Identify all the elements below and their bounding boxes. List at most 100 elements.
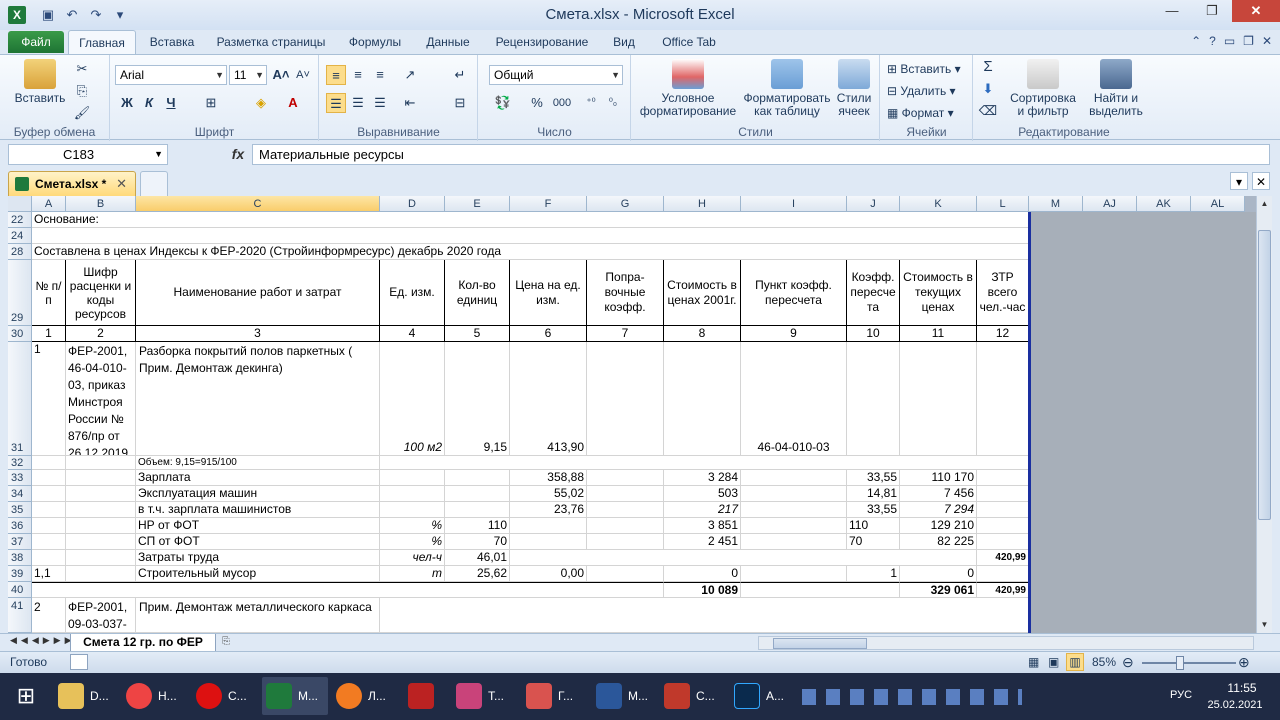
taskbar-app-t[interactable]: Т... — [452, 677, 518, 715]
cell-h34[interactable]: 503 — [664, 486, 741, 502]
cell-g36[interactable] — [587, 518, 664, 534]
cell-c34[interactable]: Эксплуатация машин — [136, 486, 380, 502]
percent-button[interactable]: % — [527, 93, 547, 113]
cell-i39[interactable] — [741, 566, 847, 582]
align-bottom-icon[interactable]: ≡ — [370, 65, 390, 85]
cell-styles-button[interactable]: Стили ячеек — [832, 59, 876, 118]
cell-i37[interactable] — [741, 534, 847, 550]
thousands-button[interactable]: 000 — [549, 93, 575, 113]
row-header[interactable]: 40 — [8, 582, 32, 598]
zoom-out-icon[interactable]: ⊖ — [1122, 654, 1134, 671]
col-header-j[interactable]: J — [847, 196, 900, 212]
zoom-in-icon[interactable]: ⊕ — [1238, 654, 1250, 671]
tray-icons[interactable] — [802, 689, 1022, 705]
cell-j39[interactable]: 1 — [847, 566, 900, 582]
row-header[interactable]: 29 — [8, 260, 32, 326]
row-41-rest[interactable] — [380, 598, 1029, 633]
underline-button[interactable]: Ч — [161, 93, 181, 113]
merge-cells-icon[interactable]: ⊟ — [450, 93, 470, 113]
scroll-down-icon[interactable]: ▼ — [1257, 617, 1272, 633]
borders-icon[interactable]: ⊞ — [201, 93, 221, 113]
cell-b32[interactable] — [66, 456, 136, 470]
cell-i36[interactable] — [741, 518, 847, 534]
clock-time[interactable]: 11:55 — [1220, 681, 1264, 695]
cell-i31[interactable]: 46-04-010-03 — [741, 342, 847, 456]
hdr-point[interactable]: Пункт коэфф. пересчета — [741, 260, 847, 326]
cell-b30[interactable]: 2 — [66, 326, 136, 342]
vertical-scroll-thumb[interactable] — [1258, 230, 1271, 520]
cell-j33[interactable]: 33,55 — [847, 470, 900, 486]
cell-d36[interactable]: % — [380, 518, 445, 534]
cell-j37[interactable]: 70 — [847, 534, 900, 550]
col-header-i[interactable]: I — [741, 196, 847, 212]
delete-cells-button[interactable]: ⊟ Удалить ▾ — [887, 81, 956, 101]
cell-f36[interactable] — [510, 518, 587, 534]
cell-f35[interactable]: 23,76 — [510, 502, 587, 518]
cell-a22[interactable]: Основание: — [32, 212, 1029, 228]
maximize-button[interactable]: ❐ — [1192, 0, 1232, 22]
doc-close-icon[interactable]: ✕ — [1262, 34, 1272, 48]
cell-e33[interactable] — [445, 470, 510, 486]
col-header-k[interactable]: K — [900, 196, 977, 212]
row-header[interactable]: 41 — [8, 598, 32, 633]
cell-l35[interactable] — [977, 502, 1029, 518]
align-left-icon[interactable]: ☰ — [326, 93, 346, 113]
cell-e39[interactable]: 25,62 — [445, 566, 510, 582]
cell-a37[interactable] — [32, 534, 66, 550]
cell-c31[interactable]: Разборка покрытий полов паркетных ( Прим… — [136, 342, 380, 456]
normal-view-icon[interactable]: ▦ — [1028, 655, 1039, 669]
format-cells-button[interactable]: ▦ Формат ▾ — [887, 103, 954, 123]
cell-c36[interactable]: НР от ФОТ — [136, 518, 380, 534]
format-as-table-button[interactable]: Форматировать как таблицу — [740, 59, 834, 118]
worksheet-grid[interactable]: A B C D E F G H I J K L M AJ AK AL 22 24… — [8, 196, 1256, 633]
cell-l36[interactable] — [977, 518, 1029, 534]
cell-e38[interactable]: 46,01 — [445, 550, 510, 566]
taskbar-chrome[interactable]: Н... — [122, 677, 188, 715]
row-header[interactable]: 36 — [8, 518, 32, 534]
zoom-slider-thumb[interactable] — [1176, 656, 1184, 670]
cell-b37[interactable] — [66, 534, 136, 550]
cell-h37[interactable]: 2 451 — [664, 534, 741, 550]
cell-e37[interactable]: 70 — [445, 534, 510, 550]
zoom-slider[interactable] — [1142, 662, 1236, 664]
cell-a35[interactable] — [32, 502, 66, 518]
zoom-level[interactable]: 85% — [1092, 655, 1116, 669]
row-header[interactable]: 30 — [8, 326, 32, 342]
ribbon-collapse-icon[interactable]: ⌃ — [1191, 34, 1201, 48]
col-header-ak[interactable]: AK — [1137, 196, 1191, 212]
hdr-unit[interactable]: Ед. изм. — [380, 260, 445, 326]
close-tab-icon[interactable]: ✕ — [116, 172, 127, 196]
cell-a31[interactable]: 1 — [32, 342, 66, 456]
taskbar-pdf[interactable]: С... — [660, 677, 726, 715]
tab-close-all-icon[interactable]: ✕ — [1252, 172, 1270, 190]
cell-a24[interactable] — [32, 228, 1029, 244]
taskbar-excel[interactable]: М... — [262, 677, 328, 715]
hdr-num[interactable]: № п/п — [32, 260, 66, 326]
cell-i30[interactable]: 9 — [741, 326, 847, 342]
cell-a36[interactable] — [32, 518, 66, 534]
wrap-text-icon[interactable]: ↵ — [450, 65, 470, 85]
cell-d39[interactable]: т — [380, 566, 445, 582]
cell-k34[interactable]: 7 456 — [900, 486, 977, 502]
cell-c39[interactable]: Строительный мусор — [136, 566, 380, 582]
font-color-icon[interactable]: A — [283, 93, 303, 113]
select-all-corner[interactable] — [8, 196, 32, 212]
col-header-f[interactable]: F — [510, 196, 587, 212]
cell-g34[interactable] — [587, 486, 664, 502]
col-header-a[interactable]: A — [32, 196, 66, 212]
sort-filter-button[interactable]: Сортировка и фильтр — [1008, 59, 1078, 118]
insert-function-icon[interactable]: fx — [226, 144, 250, 165]
row-40-left[interactable] — [32, 582, 664, 598]
cell-j35[interactable]: 33,55 — [847, 502, 900, 518]
row-header[interactable]: 38 — [8, 550, 32, 566]
sheet-tab-active[interactable]: Смета 12 гр. по ФЕР — [70, 634, 216, 652]
cell-l38[interactable]: 420,99 — [977, 550, 1029, 566]
hdr-code[interactable]: Шифр расценки и коды ресурсов — [66, 260, 136, 326]
row-header[interactable]: 31 — [8, 342, 32, 456]
doc-minimize-icon[interactable]: ▭ — [1224, 34, 1235, 48]
font-size-combo[interactable]: 11 ▼ — [229, 65, 267, 85]
cell-l30[interactable]: 12 — [977, 326, 1029, 342]
tab-page-layout[interactable]: Разметка страницы — [210, 30, 332, 54]
new-sheet-icon[interactable]: ⎘ — [222, 636, 244, 650]
hdr-qty[interactable]: Кол-во единиц — [445, 260, 510, 326]
